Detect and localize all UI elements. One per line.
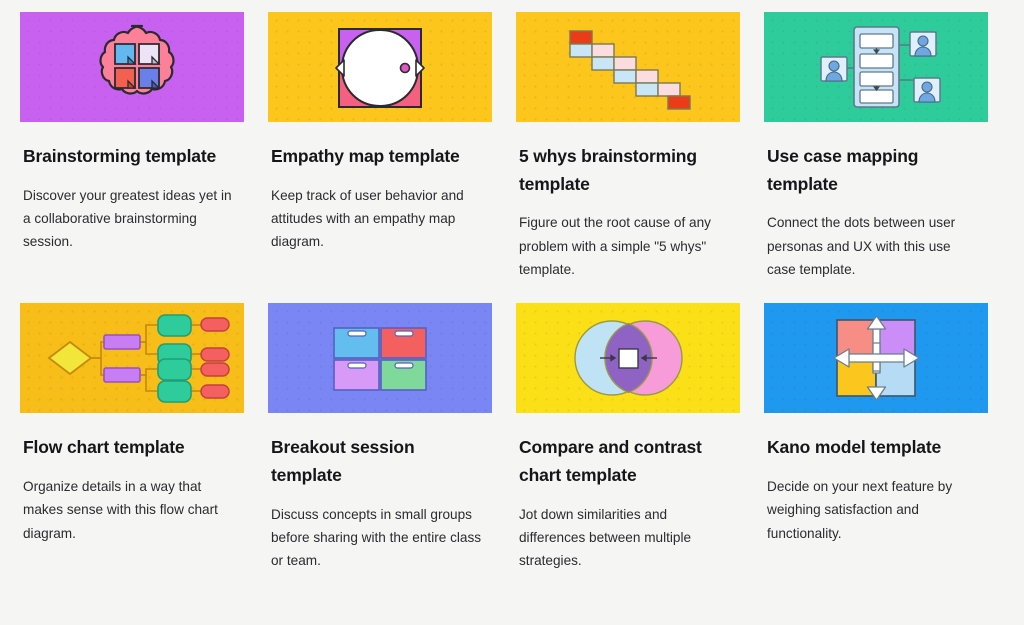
- template-thumbnail[interactable]: [764, 303, 988, 414]
- template-thumbnail[interactable]: [516, 12, 740, 122]
- card-description: Decide on your next feature by weighing …: [767, 479, 953, 541]
- flow-chart-nodes-icon: [47, 314, 230, 404]
- kano-quadrant-icon: [833, 315, 920, 402]
- use-case-flow-icon: [820, 26, 941, 108]
- template-thumbnail[interactable]: [268, 303, 492, 414]
- card-title: Empathy map template: [271, 146, 460, 166]
- card-description: Connect the dots between user personas a…: [767, 215, 956, 278]
- template-thumbnail[interactable]: [20, 12, 244, 122]
- card-title: Use case mapping template: [767, 146, 919, 194]
- card-description: Discuss concepts in small groups before …: [271, 506, 482, 569]
- card-title: Brainstorming template: [23, 146, 217, 166]
- card-title: 5 whys brainstorming template: [519, 146, 697, 194]
- template-card-compare-contrast[interactable]: Compare and contrast chart template Jot …: [516, 303, 740, 572]
- template-card-breakout-session[interactable]: Breakout session template Discuss concep…: [268, 303, 492, 572]
- empathy-map-circle-icon: [335, 28, 425, 108]
- template-thumbnail[interactable]: [20, 303, 244, 414]
- card-description: Keep track of user behavior and attitude…: [271, 187, 464, 250]
- template-card-5-whys[interactable]: 5 whys brainstorming template Figure out…: [516, 12, 740, 281]
- template-card-brainstorming[interactable]: Brainstorming template Discover your gre…: [20, 12, 244, 281]
- card-description: Discover your greatest ideas yet in a co…: [23, 187, 232, 250]
- template-card-flow-chart[interactable]: Flow chart template Organize details in …: [20, 303, 244, 572]
- template-card-empathy-map[interactable]: Empathy map template Keep track of user …: [268, 12, 492, 281]
- four-group-boxes-icon: [333, 327, 427, 392]
- venn-diagram-icon: [574, 320, 683, 397]
- card-title: Kano model template: [767, 437, 942, 458]
- card-title: Breakout session template: [271, 437, 415, 486]
- template-thumbnail[interactable]: [764, 12, 988, 122]
- template-thumbnail[interactable]: [268, 12, 492, 122]
- template-gallery: Brainstorming template Discover your gre…: [0, 0, 1024, 573]
- card-description: Organize details in a way that makes sen…: [23, 479, 218, 541]
- brain-sticky-notes-icon: [99, 24, 175, 95]
- card-title: Compare and contrast chart template: [519, 437, 702, 486]
- template-card-kano-model[interactable]: Kano model template Decide on your next …: [764, 303, 988, 572]
- template-card-use-case-mapping[interactable]: Use case mapping template Connect the do…: [764, 12, 988, 281]
- card-description: Figure out the root cause of any problem…: [519, 215, 711, 278]
- card-description: Jot down similarities and differences be…: [519, 506, 692, 569]
- staircase-boxes-icon: [569, 30, 691, 110]
- card-title: Flow chart template: [23, 437, 185, 458]
- template-thumbnail[interactable]: [516, 303, 740, 414]
